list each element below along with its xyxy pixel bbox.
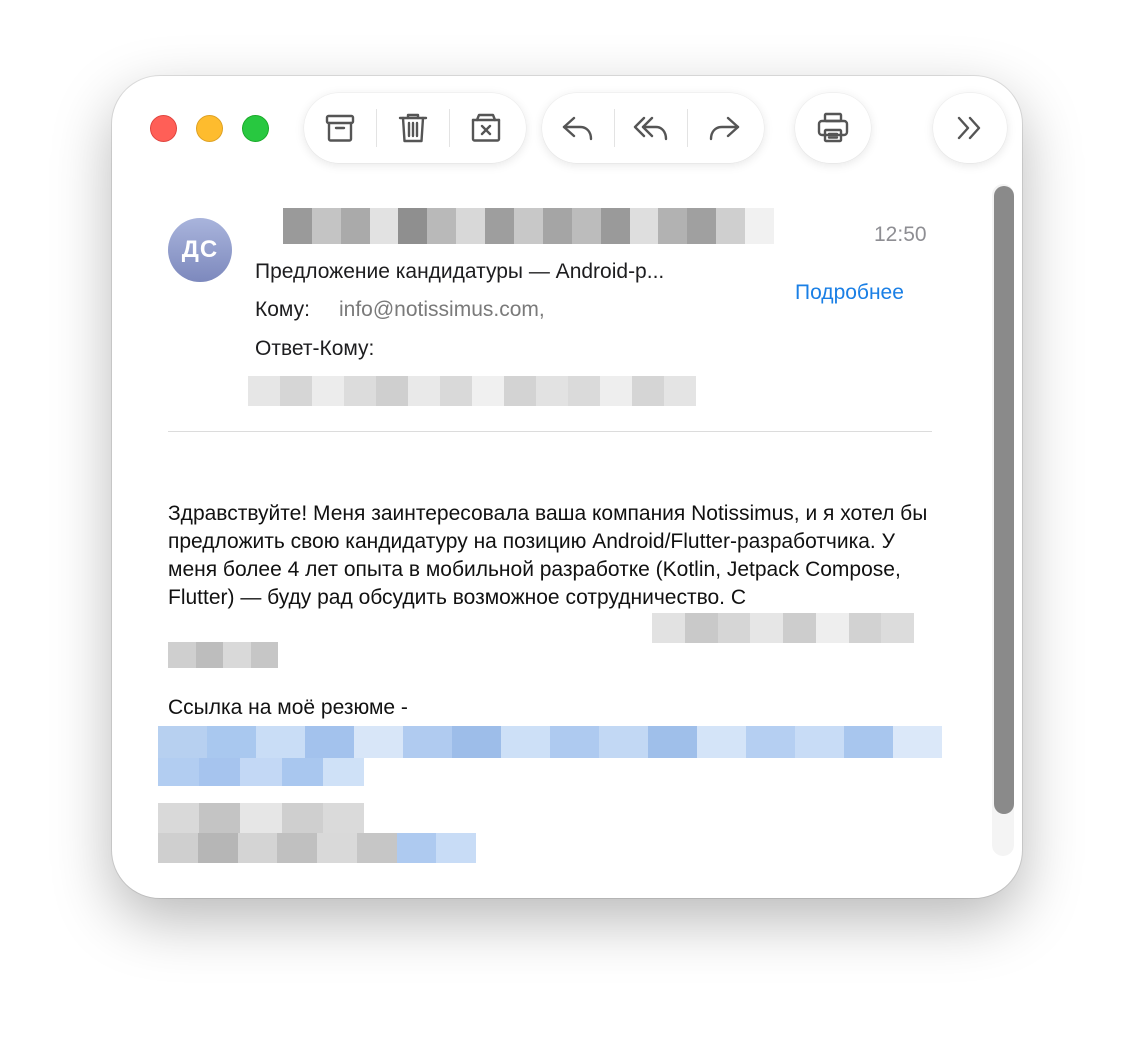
body-redacted-tail	[652, 613, 914, 643]
resume-link-redacted[interactable]	[158, 726, 942, 758]
reply-to-address-redacted	[248, 376, 696, 406]
print-button[interactable]	[797, 93, 869, 163]
to-label: Кому:	[255, 298, 310, 321]
reply-to-label: Ответ-Кому:	[255, 337, 375, 360]
delete-button[interactable]	[377, 93, 449, 163]
more-toolbar-button[interactable]	[934, 93, 1006, 163]
archive-button[interactable]	[304, 93, 376, 163]
sender-avatar: ДС	[168, 218, 232, 282]
reply-all-icon	[633, 116, 668, 141]
header-divider	[168, 431, 932, 432]
archive-box-icon	[325, 114, 355, 142]
scrollbar-thumb[interactable]	[994, 186, 1014, 814]
chevron-double-right-icon	[957, 116, 981, 140]
details-link[interactable]: Подробнее	[795, 281, 904, 305]
reply-all-button[interactable]	[615, 93, 687, 163]
junk-button[interactable]	[450, 93, 522, 163]
signature-redacted-1	[158, 803, 365, 833]
message-subject: Предложение кандидатуры — Android-р...	[255, 260, 665, 283]
toolbar-group-mailbox	[304, 93, 526, 163]
signature-redacted-2	[158, 833, 476, 863]
toolbar-group-overflow	[933, 93, 1007, 163]
toolbar-group-print	[795, 93, 871, 163]
message-body: Здравствуйте! Меня заинтересовала ваша к…	[168, 502, 928, 609]
resume-link-redacted-line2[interactable]	[158, 758, 365, 786]
close-window-button[interactable]	[150, 115, 177, 142]
resume-label: Ссылка на моё резюме -	[168, 696, 408, 719]
message-time: 12:50	[874, 223, 927, 246]
reply-button[interactable]	[542, 93, 614, 163]
forward-button[interactable]	[688, 93, 760, 163]
junk-box-icon	[471, 113, 501, 142]
to-address[interactable]: info@notissimus.com,	[339, 298, 545, 322]
trash-icon	[398, 113, 428, 143]
toolbar-group-reply	[542, 93, 764, 163]
mail-window: ДС 12:50 Предложение кандидатуры — Andro…	[112, 76, 1022, 898]
zoom-window-button[interactable]	[242, 115, 269, 142]
minimize-window-button[interactable]	[196, 115, 223, 142]
sender-name-redacted	[254, 208, 775, 244]
printer-icon	[817, 112, 849, 143]
forward-icon	[709, 116, 740, 141]
reply-icon	[562, 116, 593, 141]
body-redacted-line	[168, 642, 278, 668]
